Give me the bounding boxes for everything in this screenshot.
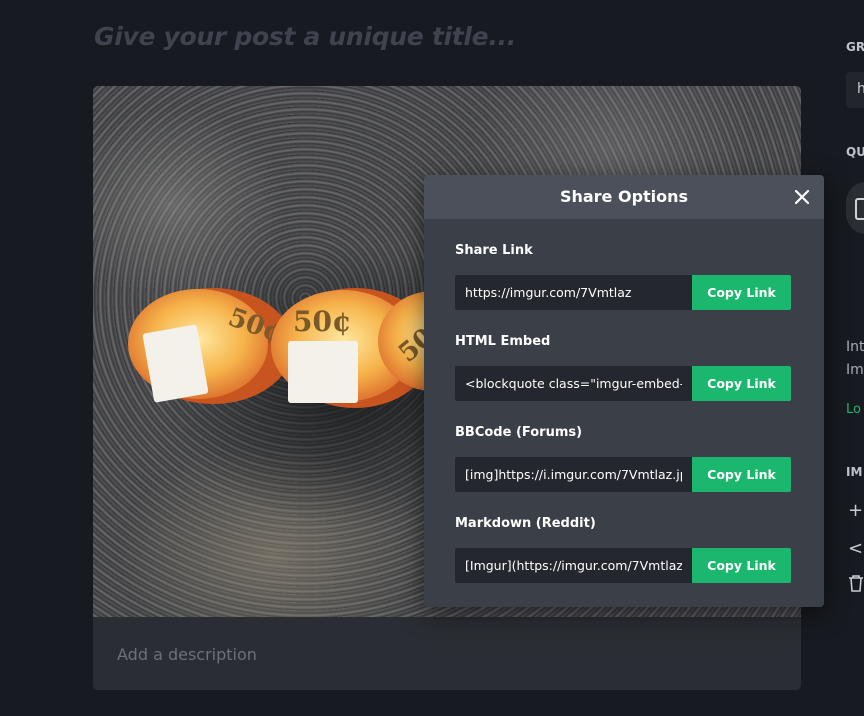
sidebar-link[interactable]: Lo [846,402,861,417]
intro-line-1: Int [846,339,864,355]
share-link-section: Share Link Copy Link [455,243,793,310]
close-icon[interactable] [792,187,812,207]
copy-html-embed-button[interactable]: Copy Link [692,366,791,401]
bbcode-input[interactable] [455,457,692,492]
markdown-input[interactable] [455,548,692,583]
modal-header: Share Options [424,175,824,219]
html-embed-input[interactable] [455,366,692,401]
html-embed-label: HTML Embed [455,334,551,349]
bbcode-label: BBCode (Forums) [455,425,583,440]
code-icon[interactable]: < [848,538,863,559]
markdown-section: Markdown (Reddit) Copy Link [455,516,793,583]
bbcode-section: BBCode (Forums) Copy Link [455,425,793,492]
group-field-value: h [857,81,864,97]
share-options-modal: Share Options Share Link Copy Link HTML … [424,175,824,607]
plus-icon[interactable]: + [848,500,863,521]
copy-bbcode-button[interactable]: Copy Link [692,457,791,492]
svg-text:50¢: 50¢ [293,305,351,338]
copy-markdown-button[interactable]: Copy Link [692,548,791,583]
html-embed-section: HTML Embed Copy Link [455,334,793,401]
chip-1: 50¢ [128,288,293,404]
description-placeholder: Add a description [117,645,257,664]
trash-icon[interactable] [848,574,864,597]
markdown-label: Markdown (Reddit) [455,516,596,531]
modal-title: Share Options [559,187,689,206]
copy-share-link-button[interactable]: Copy Link [692,275,791,310]
group-field[interactable]: h [846,72,864,108]
share-link-input[interactable] [455,275,692,310]
quality-toggle[interactable] [846,182,864,234]
images-heading: IM [846,465,863,479]
post-title-input[interactable]: Give your post a unique title... [94,22,516,51]
intro-line-2: Im [846,362,864,378]
share-link-label: Share Link [455,243,533,258]
quality-heading: QU [846,145,864,159]
group-heading: GR [846,40,864,54]
